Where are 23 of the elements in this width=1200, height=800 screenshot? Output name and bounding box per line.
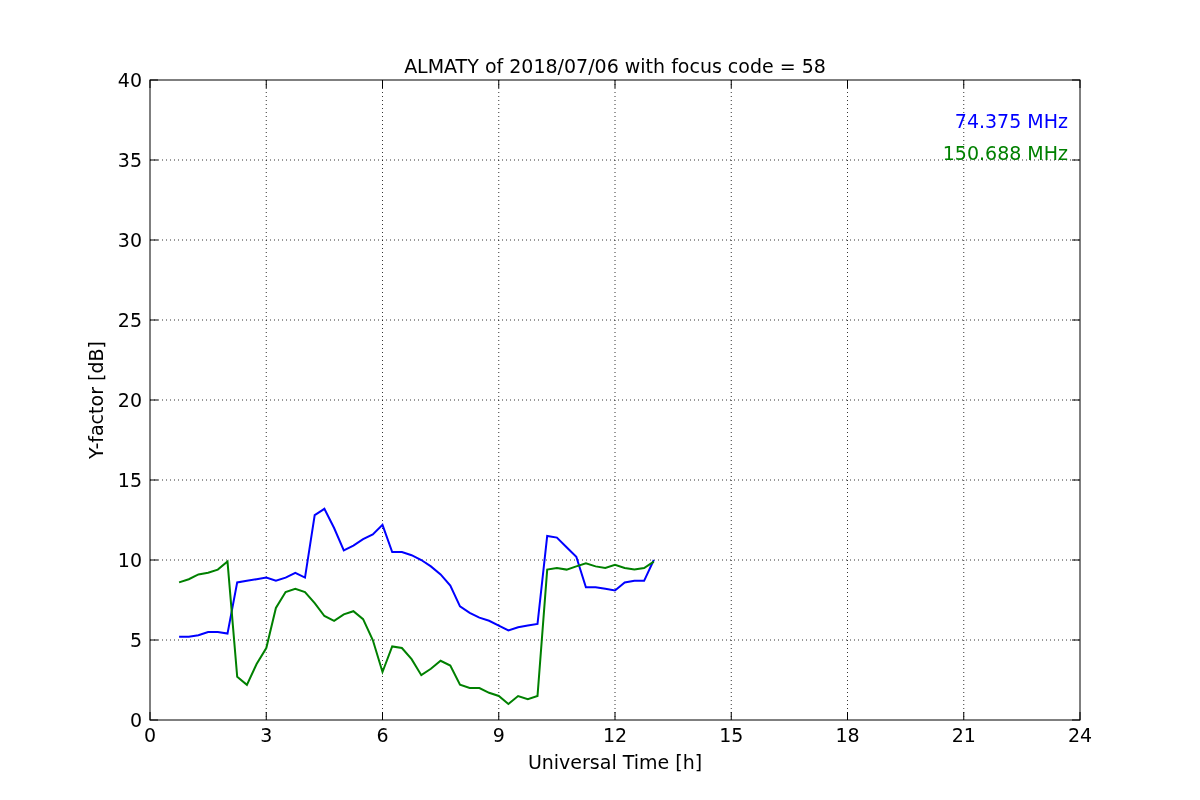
y-tick-label: 30 <box>117 229 142 251</box>
x-axis-label: Universal Time [h] <box>527 751 703 773</box>
y-tick-label: 10 <box>117 549 142 571</box>
y-tick-label: 40 <box>117 69 142 91</box>
x-tick-label: 18 <box>835 724 860 746</box>
y-axis-label: Y-factor [dB] <box>85 341 107 459</box>
y-tick-label: 5 <box>129 629 142 651</box>
legend-label: 150.688 MHz <box>942 142 1068 164</box>
x-tick-label: 12 <box>602 724 628 746</box>
y-tick-label: 35 <box>117 149 142 171</box>
x-tick-label: 24 <box>1067 724 1093 746</box>
chart-title: ALMATY of 2018/07/06 with focus code = 58 <box>404 55 826 77</box>
x-tick-label: 9 <box>492 724 505 746</box>
y-tick-label: 25 <box>117 309 142 331</box>
x-tick-label: 0 <box>143 724 157 746</box>
x-tick-label: 3 <box>260 724 273 746</box>
legend-label: 74.375 MHz <box>954 110 1068 132</box>
y-tick-label: 0 <box>129 709 142 731</box>
x-tick-label: 15 <box>719 724 744 746</box>
y-tick-label: 20 <box>117 389 142 411</box>
y-tick-label: 15 <box>117 469 142 491</box>
x-tick-label: 21 <box>951 724 976 746</box>
x-tick-label: 6 <box>376 724 389 746</box>
